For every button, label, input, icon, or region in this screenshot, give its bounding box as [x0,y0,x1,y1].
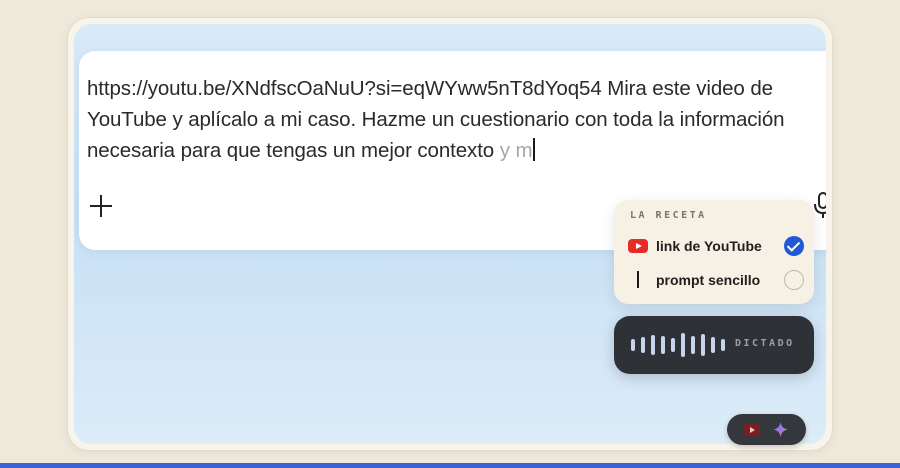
youtube-icon [743,423,760,436]
recipe-item-label: link de YouTube [656,238,762,254]
recipe-item-simple-prompt[interactable]: prompt sencillo [626,267,804,293]
gemini-sparkle-icon [772,421,789,438]
recipe-title: LA RECETA [630,210,707,221]
checked-circle-icon[interactable] [784,236,804,256]
waveform-icon [631,333,735,357]
add-icon[interactable] [88,193,114,219]
youtube-icon [628,239,648,253]
dictation-button[interactable]: DICTADO [614,316,814,374]
recipe-item-label: prompt sencillo [656,272,761,288]
microphone-icon[interactable] [812,191,826,219]
badge-pill [727,414,806,445]
prompt-input[interactable]: https://youtu.be/XNdfscOaNuU?si=eqWYww5n… [87,73,826,166]
prompt-autocomplete-text: y m [494,139,533,162]
bottom-accent-line [0,463,900,468]
text-cursor-icon [637,271,639,288]
prompt-typed-text: https://youtu.be/XNdfscOaNuU?si=eqWYww5n… [87,77,785,162]
text-caret [533,138,536,161]
unchecked-circle-icon[interactable] [784,270,804,290]
dictation-label: DICTADO [735,338,795,349]
recipe-panel: LA RECETA link de YouTube prompt sencill… [614,200,814,304]
recipe-item-youtube-link[interactable]: link de YouTube [626,233,804,259]
